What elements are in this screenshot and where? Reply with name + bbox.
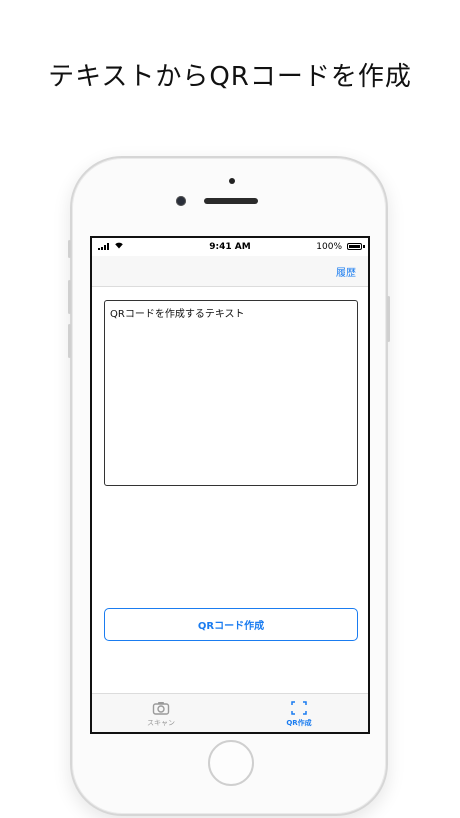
phone-frame: 9:41 AM 100% 履歴 QRコードを作成するテキスト QRコード作成 ス… bbox=[68, 156, 390, 816]
tab-qr-label: QR作成 bbox=[286, 719, 312, 727]
promo-headline: テキストからQRコードを作成 bbox=[48, 62, 412, 92]
earpiece-speaker bbox=[204, 198, 258, 204]
battery-percent: 100% bbox=[316, 242, 342, 252]
tab-scan[interactable]: スキャン bbox=[92, 694, 230, 732]
proximity-sensor bbox=[229, 178, 235, 184]
qr-text-input[interactable]: QRコードを作成するテキスト bbox=[104, 300, 358, 486]
mute-switch bbox=[68, 240, 71, 258]
tab-bar: スキャン QR作成 bbox=[92, 693, 368, 732]
power-button bbox=[387, 296, 390, 342]
camera-icon bbox=[152, 700, 170, 716]
volume-up-button bbox=[68, 280, 71, 314]
create-qr-button[interactable]: QRコード作成 bbox=[104, 608, 358, 641]
front-camera bbox=[176, 196, 186, 206]
navigation-bar: 履歴 bbox=[92, 256, 368, 287]
app-screen: 9:41 AM 100% 履歴 QRコードを作成するテキスト QRコード作成 ス… bbox=[90, 236, 370, 734]
battery-tip bbox=[363, 245, 365, 248]
home-button bbox=[208, 740, 254, 786]
battery-icon bbox=[347, 243, 362, 250]
history-button[interactable]: 履歴 bbox=[336, 264, 356, 279]
volume-down-button bbox=[68, 324, 71, 358]
status-bar: 9:41 AM 100% bbox=[92, 238, 368, 256]
qr-frame-icon bbox=[290, 700, 308, 716]
tab-qr-create[interactable]: QR作成 bbox=[230, 694, 368, 732]
tab-scan-label: スキャン bbox=[147, 719, 175, 727]
